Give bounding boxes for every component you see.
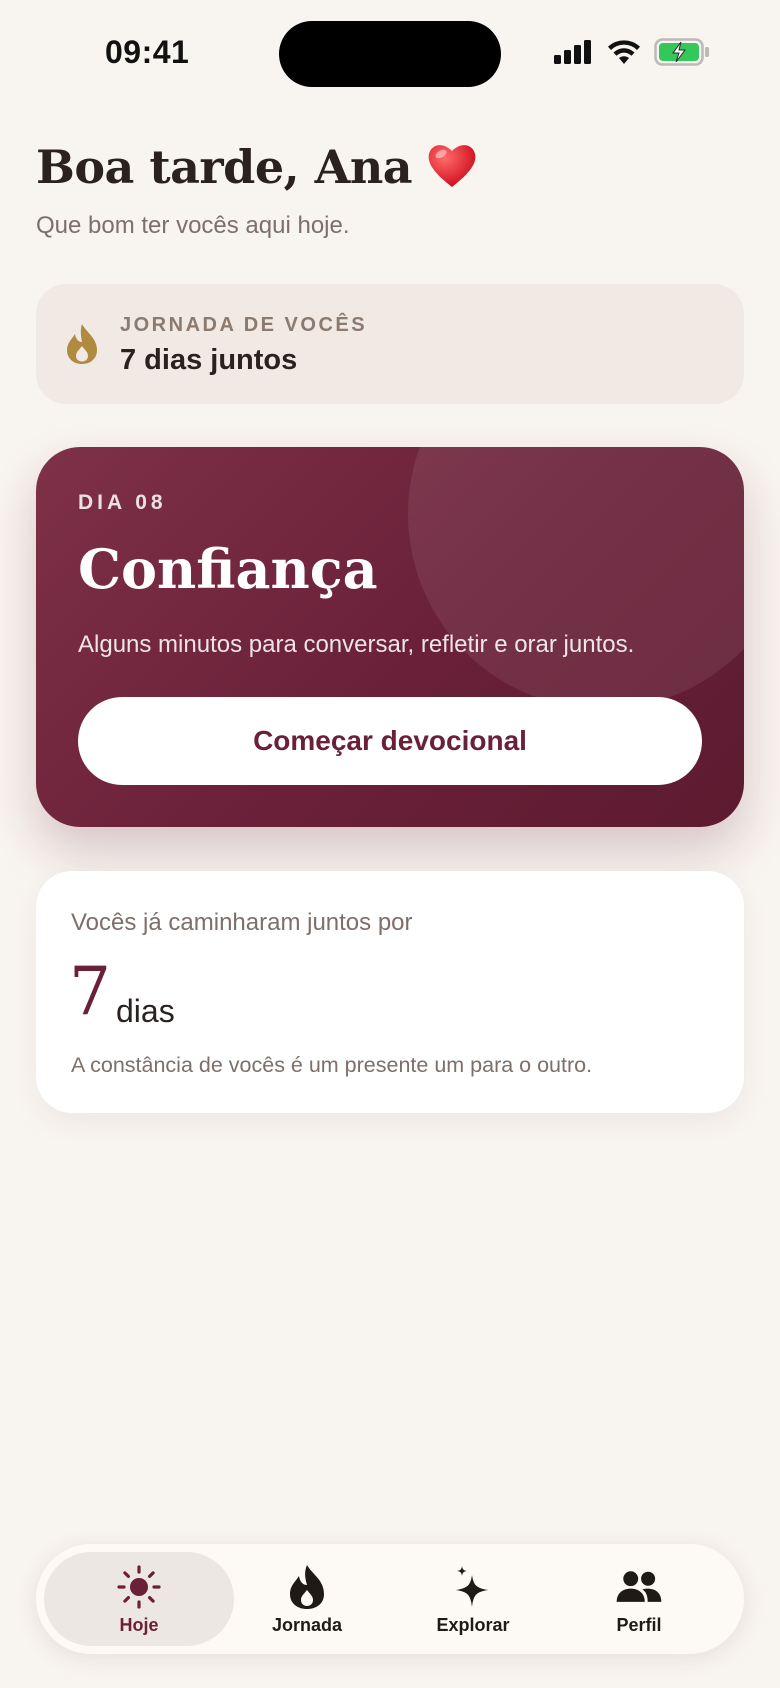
greeting-subtitle: Que bom ter vocês aqui hoje.: [36, 212, 350, 239]
status-time: 09:41: [105, 34, 190, 70]
sparkles-icon: [449, 1563, 497, 1611]
battery-charging-icon: [654, 38, 710, 71]
status-bar: 09:41: [0, 0, 780, 100]
greeting-header: Boa tarde, Ana: [36, 140, 478, 194]
status-icons: [554, 38, 710, 71]
decorative-circle: [408, 447, 744, 709]
devotional-day-label: DIA 08: [78, 491, 167, 514]
devotional-card: DIA 08 Confiança Alguns minutos para con…: [36, 447, 744, 827]
flame-icon: [64, 322, 100, 371]
streak-label: JORNADA DE VOCÊS: [120, 314, 368, 336]
start-devotional-button[interactable]: Começar devocional: [78, 697, 702, 785]
tab-explorar[interactable]: Explorar: [378, 1552, 568, 1646]
tab-jornada[interactable]: Jornada: [212, 1552, 402, 1646]
people-icon: [615, 1563, 663, 1611]
home-screen: 09:41 Boa tarde, Ana Que bom ter vocês a…: [0, 0, 780, 1688]
tab-perfil[interactable]: Perfil: [544, 1552, 734, 1646]
sun-icon: [115, 1563, 163, 1611]
tab-label-perfil: Perfil: [616, 1614, 662, 1635]
devotional-title: Confiança: [78, 537, 378, 601]
streak-value: 7 dias juntos: [120, 344, 298, 376]
tab-label-hoje: Hoje: [119, 1614, 159, 1635]
days-count: 7: [69, 953, 111, 1030]
cellular-signal-icon: [554, 40, 594, 69]
heart-icon: [426, 141, 478, 194]
devotional-description: Alguns minutos para conversar, refletir …: [78, 631, 635, 658]
greeting-title: Boa tarde, Ana: [36, 140, 413, 194]
days-note: A constância de vocês é um presente um p…: [71, 1053, 593, 1077]
days-unit: dias: [116, 993, 175, 1029]
days-together-card: Vocês já caminharam juntos por 7 dias A …: [36, 871, 744, 1113]
dynamic-island: [279, 21, 501, 87]
days-intro-text: Vocês já caminharam juntos por: [71, 909, 413, 936]
tab-hoje[interactable]: Hoje: [44, 1552, 234, 1646]
tab-label-explorar: Explorar: [436, 1614, 510, 1635]
flame-icon: [283, 1563, 331, 1611]
tab-label-jornada: Jornada: [271, 1614, 343, 1635]
journey-streak-card[interactable]: JORNADA DE VOCÊS 7 dias juntos: [36, 284, 744, 404]
tab-bar: Hoje Jornada Explorar Perfil: [36, 1544, 744, 1654]
wifi-icon: [606, 39, 642, 70]
